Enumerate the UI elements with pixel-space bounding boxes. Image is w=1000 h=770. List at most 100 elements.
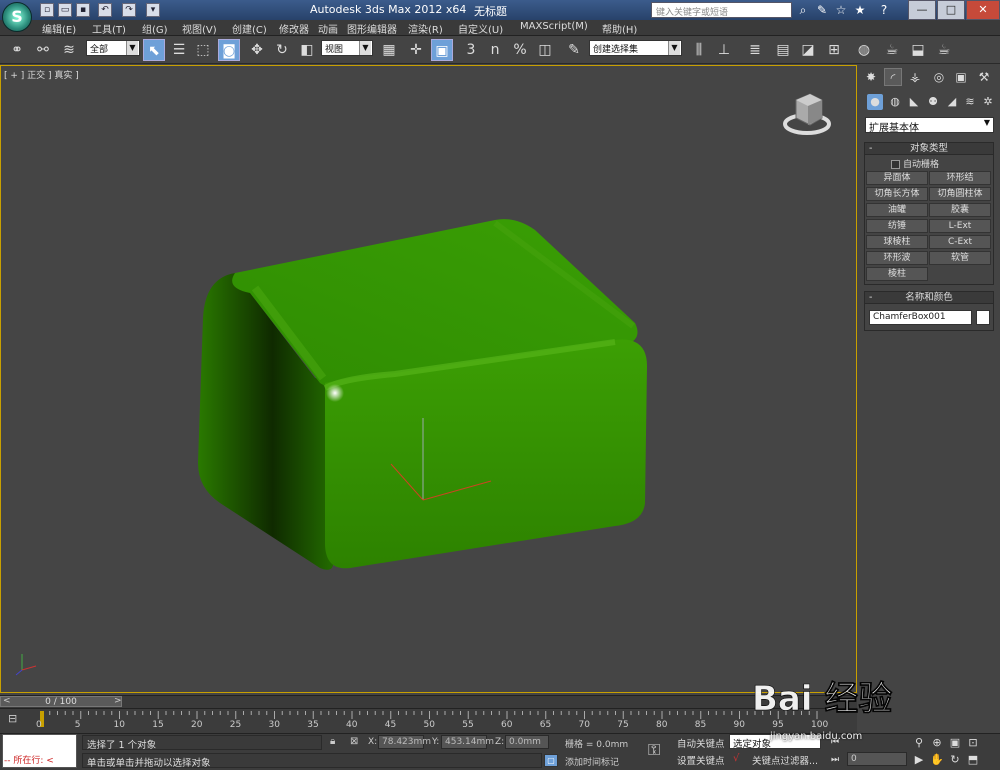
motion-tab-icon[interactable]: ◎	[930, 68, 948, 86]
help-search-input[interactable]: 键入关键字或短语	[651, 2, 792, 18]
time-slider[interactable]	[0, 695, 857, 708]
render-production-icon[interactable]: ☕	[933, 39, 955, 61]
menu-rendering[interactable]: 渲染(R)	[408, 21, 443, 36]
pivot-center-icon[interactable]: ▦	[378, 39, 400, 61]
auto-grid-checkbox[interactable]: 自动栅格	[891, 157, 939, 170]
absolute-mode-icon[interactable]: ⊠	[350, 736, 358, 747]
minimize-button[interactable]: —	[908, 0, 936, 20]
angle-snap-icon[interactable]: n	[484, 39, 506, 61]
y-coordinate-field[interactable]: 453.14mm	[441, 735, 494, 749]
communication-center-icon[interactable]: ✎	[814, 2, 830, 18]
current-frame-field[interactable]: 0	[847, 752, 907, 766]
close-button[interactable]: ✕	[966, 0, 1000, 20]
modify-tab-icon[interactable]: ◜	[884, 68, 902, 86]
chamfer-box-object[interactable]	[195, 218, 650, 573]
time-slider-thumb[interactable]: 0 / 100	[0, 696, 122, 707]
orbit-icon[interactable]: ↻	[948, 753, 962, 767]
zoom-icon[interactable]: ⚲	[912, 736, 926, 750]
move-icon[interactable]: ✥	[246, 39, 268, 61]
c-ext-button[interactable]: C-Ext	[929, 235, 991, 249]
helpers-icon[interactable]: ◢	[944, 94, 960, 110]
auto-key-button[interactable]: 自动关键点	[677, 736, 725, 750]
save-file-icon[interactable]: ▪	[76, 3, 90, 17]
maximize-viewport-icon[interactable]: ⬒	[966, 753, 980, 767]
material-editor-icon[interactable]: ◍	[853, 39, 875, 61]
viewcube-widget[interactable]	[782, 92, 832, 137]
open-file-icon[interactable]: ▭	[58, 3, 72, 17]
set-key-icon[interactable]: ⚿	[648, 740, 660, 760]
viewport-label[interactable]: [ + ] 正交 ] 真实 ]	[4, 68, 79, 81]
window-crossing-icon[interactable]: ◙	[218, 39, 240, 61]
menu-maxscript[interactable]: MAXScript(M)	[520, 21, 588, 32]
select-object-icon[interactable]: ⬉	[143, 39, 165, 61]
spindle-button[interactable]: 纺锤	[866, 219, 928, 233]
rendered-frame-window-icon[interactable]: ⬓	[907, 39, 929, 61]
spinner-snap-icon[interactable]: ◫	[534, 39, 556, 61]
x-coordinate-field[interactable]: 78.423mm	[378, 735, 431, 749]
utilities-tab-icon[interactable]: ⚒	[975, 68, 993, 86]
snaps-toggle-icon[interactable]: 3	[460, 39, 482, 61]
menu-views[interactable]: 视图(V)	[182, 21, 217, 36]
curve-editor-icon[interactable]: ◪	[797, 39, 819, 61]
select-manipulate-icon[interactable]: ✛	[405, 39, 427, 61]
lock-selection-icon[interactable]: 🔒︎	[330, 736, 335, 747]
redo-icon[interactable]: ↷	[122, 3, 136, 17]
bind-space-warp-icon[interactable]: ≋	[58, 39, 80, 61]
menu-group[interactable]: 组(G)	[142, 21, 168, 36]
menu-modifiers[interactable]: 修改器	[279, 21, 309, 36]
rotate-icon[interactable]: ↻	[271, 39, 293, 61]
display-tab-icon[interactable]: ▣	[952, 68, 970, 86]
zoom-extents-icon[interactable]: ▣	[948, 736, 962, 750]
help-icon[interactable]: ?	[876, 2, 892, 18]
menu-help[interactable]: 帮助(H)	[602, 21, 637, 36]
chamfer-cyl-button[interactable]: 切角圆柱体	[929, 187, 991, 201]
maximize-button[interactable]: □	[937, 0, 965, 20]
category-dropdown[interactable]: 扩展基本体 ▼	[865, 117, 994, 134]
chamfer-box-button[interactable]: 切角长方体	[866, 187, 928, 201]
oil-tank-button[interactable]: 油罐	[866, 203, 928, 217]
cameras-icon[interactable]: ⚉	[925, 94, 941, 110]
graphite-ribbon-icon[interactable]: ▤	[772, 39, 794, 61]
hierarchy-tab-icon[interactable]: ⚶	[906, 68, 924, 86]
render-setup-icon[interactable]: ☕	[881, 39, 903, 61]
pan-icon[interactable]: ✋	[930, 753, 944, 767]
z-coordinate-field[interactable]: 0.0mm	[505, 735, 549, 749]
menu-tools[interactable]: 工具(T)	[92, 21, 126, 36]
menu-customize[interactable]: 自定义(U)	[458, 21, 503, 36]
menu-animation[interactable]: 动画	[318, 21, 338, 36]
capsule-button[interactable]: 胶囊	[929, 203, 991, 217]
reference-coordinate-dropdown[interactable]: 视图 ▼	[321, 40, 373, 56]
key-filters-button[interactable]: 关键点过滤器...	[752, 753, 818, 767]
menu-edit[interactable]: 编辑(E)	[42, 21, 76, 36]
zoom-all-icon[interactable]: ⊕	[930, 736, 944, 750]
undo-icon[interactable]: ↶	[98, 3, 112, 17]
quick-access-dropdown-icon[interactable]: ▾	[146, 3, 160, 17]
schematic-view-icon[interactable]: ⊞	[823, 39, 845, 61]
binoculars-icon[interactable]: ⌕	[795, 2, 811, 18]
add-time-tag-button[interactable]: 添加时间标记	[565, 755, 619, 768]
gengon-button[interactable]: 球棱柱	[866, 235, 928, 249]
object-name-input[interactable]: ChamferBox001	[869, 310, 972, 325]
torus-knot-button[interactable]: 环形结	[929, 171, 991, 185]
curve-editor-mini-icon[interactable]: ⊟	[8, 712, 26, 726]
ring-wave-button[interactable]: 环形波	[866, 251, 928, 265]
named-selection-dropdown[interactable]: 创建选择集 ▼	[589, 40, 682, 56]
hose-button[interactable]: 软管	[929, 251, 991, 265]
zoom-extents-all-icon[interactable]: ⊡	[966, 736, 980, 750]
select-by-name-icon[interactable]: ☰	[168, 39, 190, 61]
hedra-button[interactable]: 异面体	[866, 171, 928, 185]
layer-manager-icon[interactable]: ≣	[744, 39, 766, 61]
l-ext-button[interactable]: L-Ext	[929, 219, 991, 233]
name-color-header[interactable]: - 名称和颜色	[865, 292, 993, 304]
info-star-icon[interactable]: ★	[852, 2, 868, 18]
object-color-swatch[interactable]	[976, 310, 990, 325]
geometry-icon[interactable]: ●	[867, 94, 883, 110]
field-of-view-icon[interactable]: ▶	[912, 753, 926, 767]
menu-create[interactable]: 创建(C)	[232, 21, 267, 36]
keyboard-shortcut-override-icon[interactable]: ▣	[431, 39, 453, 61]
app-logo-button[interactable]: S	[2, 2, 32, 32]
shapes-icon[interactable]: ◍	[887, 94, 903, 110]
scale-icon[interactable]: ◧	[296, 39, 318, 61]
percent-snap-icon[interactable]: %	[509, 39, 531, 61]
create-tab-icon[interactable]: ✸	[862, 68, 880, 86]
